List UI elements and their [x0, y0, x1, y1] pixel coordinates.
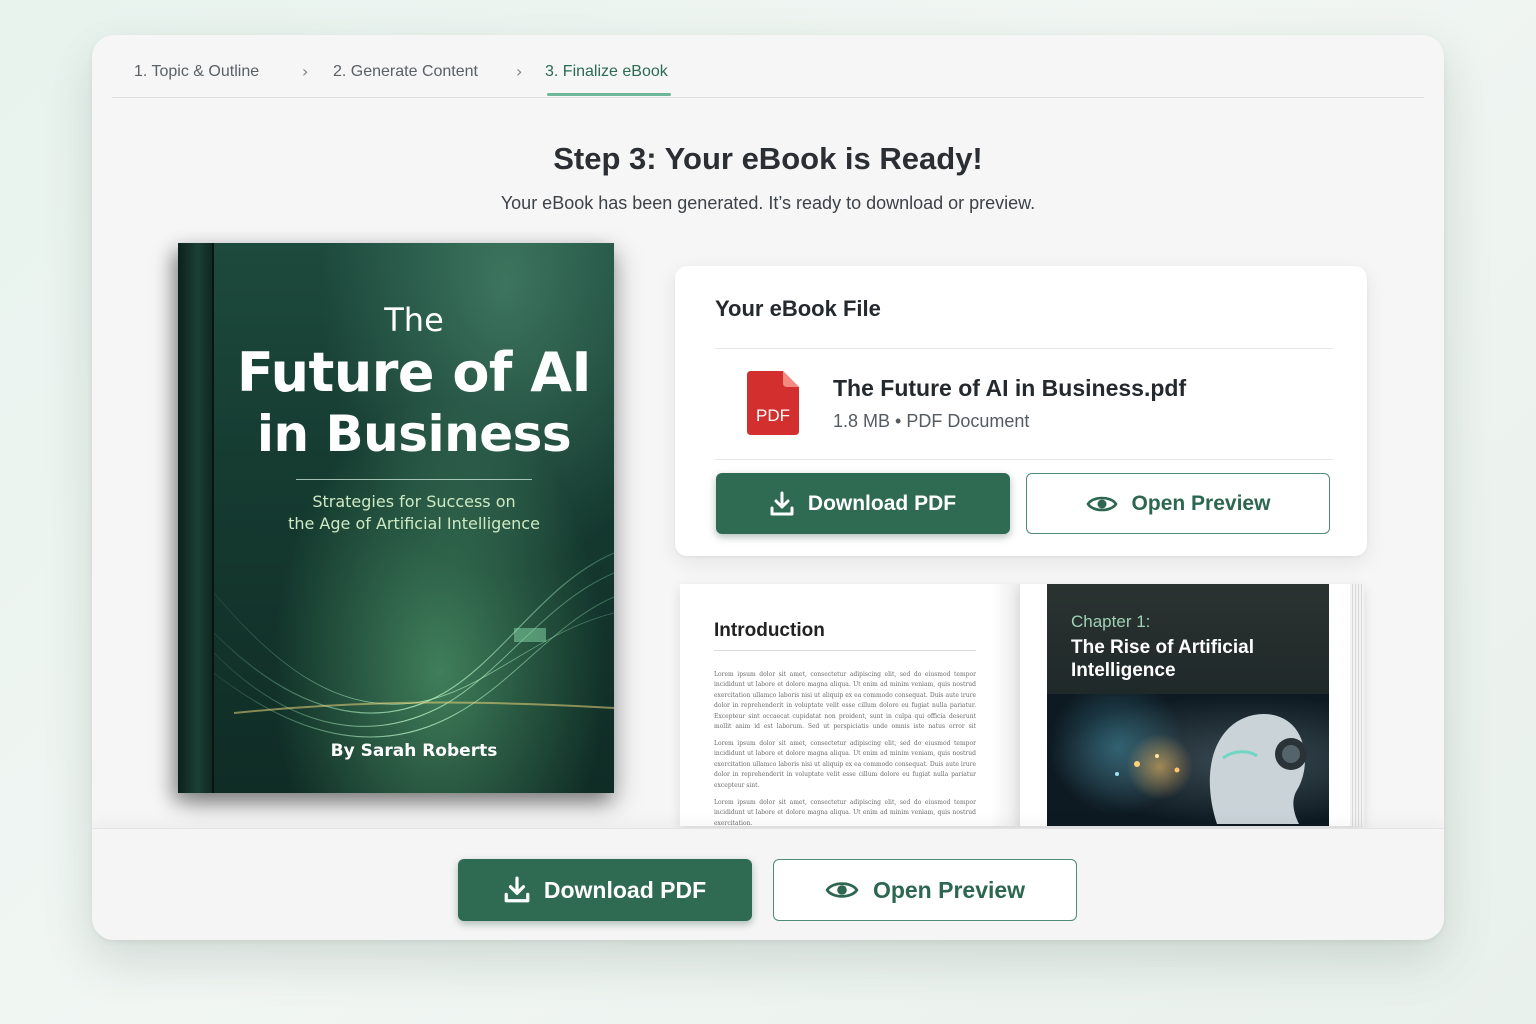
open-preview-label: Open Preview: [1131, 491, 1271, 515]
step-finalize-ebook[interactable]: 3. Finalize eBook: [545, 63, 668, 81]
page-title: Step 3: Your eBook is Ready!: [553, 141, 983, 176]
preview-body-placeholder: Lorem ipsum dolor sit amet, consectetur …: [714, 799, 976, 826]
step-generate-content[interactable]: 2. Generate Content: [333, 63, 478, 81]
chapter-title: The Rise of Artificial Intelligence: [1071, 637, 1254, 681]
pdf-icon-label: PDF: [756, 406, 790, 425]
chevron-right-icon: ›: [302, 62, 309, 81]
bottom-download-pdf-label: Download PDF: [543, 876, 707, 903]
page-edges: [1350, 584, 1364, 826]
bottom-download-pdf-button[interactable]: Download PDF: [458, 859, 752, 921]
book-title-divider: [296, 479, 532, 480]
eye-icon: [1086, 496, 1118, 511]
chapter-illustration: [1047, 694, 1329, 826]
chevron-right-icon: ›: [516, 62, 523, 81]
preview-page-chapter: Chapter 1: The Rise of Artificial Intell…: [1020, 584, 1364, 826]
preview-page-introduction: Introduction Lorem ipsum dolor sit amet,…: [680, 584, 1020, 826]
divider: [714, 650, 976, 651]
ebook-preview-spread[interactable]: Introduction Lorem ipsum dolor sit amet,…: [680, 584, 1364, 826]
download-pdf-button[interactable]: Download PDF: [716, 473, 1010, 534]
chapter-label: Chapter 1:: [1071, 612, 1151, 631]
download-icon: [770, 491, 794, 515]
app-window: 1. Topic & Outline › 2. Generate Content…: [92, 35, 1444, 940]
download-pdf-label: Download PDF: [807, 491, 957, 515]
file-meta: 1.8 MB • PDF Document: [833, 411, 1030, 431]
book-author: By Sarah Roberts: [330, 741, 498, 761]
chapter-header: Chapter 1: The Rise of Artificial Intell…: [1047, 584, 1329, 694]
active-step-indicator: [547, 93, 671, 96]
book-spine: [178, 243, 214, 793]
stepper: 1. Topic & Outline › 2. Generate Content…: [112, 35, 1424, 98]
book-subtitle-line-1: Strategies for Success on: [312, 492, 516, 511]
step-topic-outline[interactable]: 1. Topic & Outline: [134, 63, 259, 81]
page-subtitle: Your eBook has been generated. It’s read…: [500, 193, 1036, 213]
book-title-line-2: Future of AI: [236, 341, 592, 404]
book-title-line-1: The: [384, 301, 444, 339]
bottom-action-bar: Download PDF Open Preview: [92, 828, 1444, 940]
ebook-cover: The Future of AI in Business Strategies …: [178, 243, 614, 793]
book-subtitle: Strategies for Success on the Age of Art…: [214, 491, 614, 535]
book-title-line-3: in Business: [256, 405, 572, 463]
eye-icon: [825, 882, 859, 898]
card-heading: Your eBook File: [715, 296, 881, 321]
download-icon: [504, 876, 530, 903]
pdf-file-icon: PDF: [747, 371, 799, 435]
preview-intro-heading: Introduction: [714, 620, 825, 641]
ebook-file-card: Your eBook File PDF The Future of AI in …: [675, 266, 1367, 556]
open-preview-button[interactable]: Open Preview: [1026, 473, 1330, 534]
chapter-panel: Chapter 1: The Rise of Artificial Intell…: [1047, 584, 1329, 826]
bottom-open-preview-label: Open Preview: [872, 876, 1026, 903]
preview-body-placeholder: Lorem ipsum dolor sit amet, consectetur …: [714, 740, 976, 789]
file-row: PDF The Future of AI in Business.pdf 1.8…: [715, 348, 1333, 460]
robot-head-image: [1115, 713, 1307, 824]
bottom-open-preview-button[interactable]: Open Preview: [773, 859, 1077, 921]
preview-body-placeholder: Lorem ipsum dolor sit amet, consectetur …: [714, 671, 976, 731]
file-name: The Future of AI in Business.pdf: [833, 375, 1187, 401]
book-subtitle-line-2: the Age of Artificial Intelligence: [288, 514, 540, 533]
